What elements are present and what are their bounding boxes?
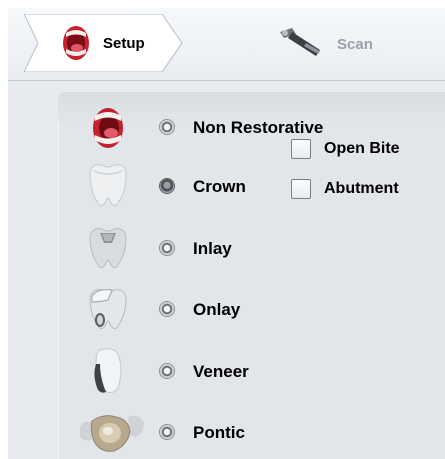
restoration-type-panel: Non Restorative Crown Inlay Onlay Veneer… bbox=[58, 92, 445, 459]
radio-veneer[interactable] bbox=[160, 364, 174, 378]
option-inlay[interactable]: Inlay bbox=[58, 221, 445, 277]
option-onlay[interactable]: Onlay bbox=[58, 282, 445, 338]
option-pontic[interactable]: Pontic bbox=[58, 405, 445, 459]
workflow-bar: Setup Scan bbox=[8, 8, 445, 81]
radio-non-restorative[interactable] bbox=[160, 120, 174, 134]
option-label: Veneer bbox=[193, 362, 249, 381]
crown-tooth-icon bbox=[78, 159, 138, 218]
open-bite-option[interactable]: Open Bite bbox=[291, 139, 400, 159]
abutment-checkbox[interactable] bbox=[291, 179, 311, 199]
open-bite-label: Open Bite bbox=[324, 140, 400, 157]
pontic-bridge-icon bbox=[78, 405, 148, 459]
setup-window: Setup Scan Non Restorative Crown Inlay O… bbox=[8, 8, 445, 459]
abutment-label: Abutment bbox=[324, 180, 399, 197]
option-label: Non Restorative bbox=[193, 118, 324, 137]
tab-scan-label: Scan bbox=[337, 36, 373, 53]
option-label: Inlay bbox=[193, 239, 232, 258]
inlay-tooth-icon bbox=[78, 221, 138, 280]
abutment-option[interactable]: Abutment bbox=[291, 179, 399, 199]
open-bite-checkbox[interactable] bbox=[291, 139, 311, 159]
option-label: Onlay bbox=[193, 300, 241, 319]
option-veneer[interactable]: Veneer bbox=[58, 344, 445, 400]
mouth-icon bbox=[78, 100, 138, 159]
tab-scan[interactable]: Scan bbox=[268, 20, 388, 68]
option-label: Pontic bbox=[193, 423, 245, 442]
option-label: Crown bbox=[193, 177, 246, 196]
radio-pontic[interactable] bbox=[160, 425, 174, 439]
scanner-wand-icon bbox=[276, 24, 328, 65]
radio-onlay[interactable] bbox=[160, 302, 174, 316]
radio-inlay[interactable] bbox=[160, 241, 174, 255]
onlay-tooth-icon bbox=[78, 282, 138, 341]
radio-crown[interactable] bbox=[160, 179, 174, 193]
tab-setup-label: Setup bbox=[103, 35, 145, 52]
tab-setup[interactable]: Setup bbox=[24, 14, 184, 72]
veneer-tooth-icon bbox=[78, 344, 138, 403]
